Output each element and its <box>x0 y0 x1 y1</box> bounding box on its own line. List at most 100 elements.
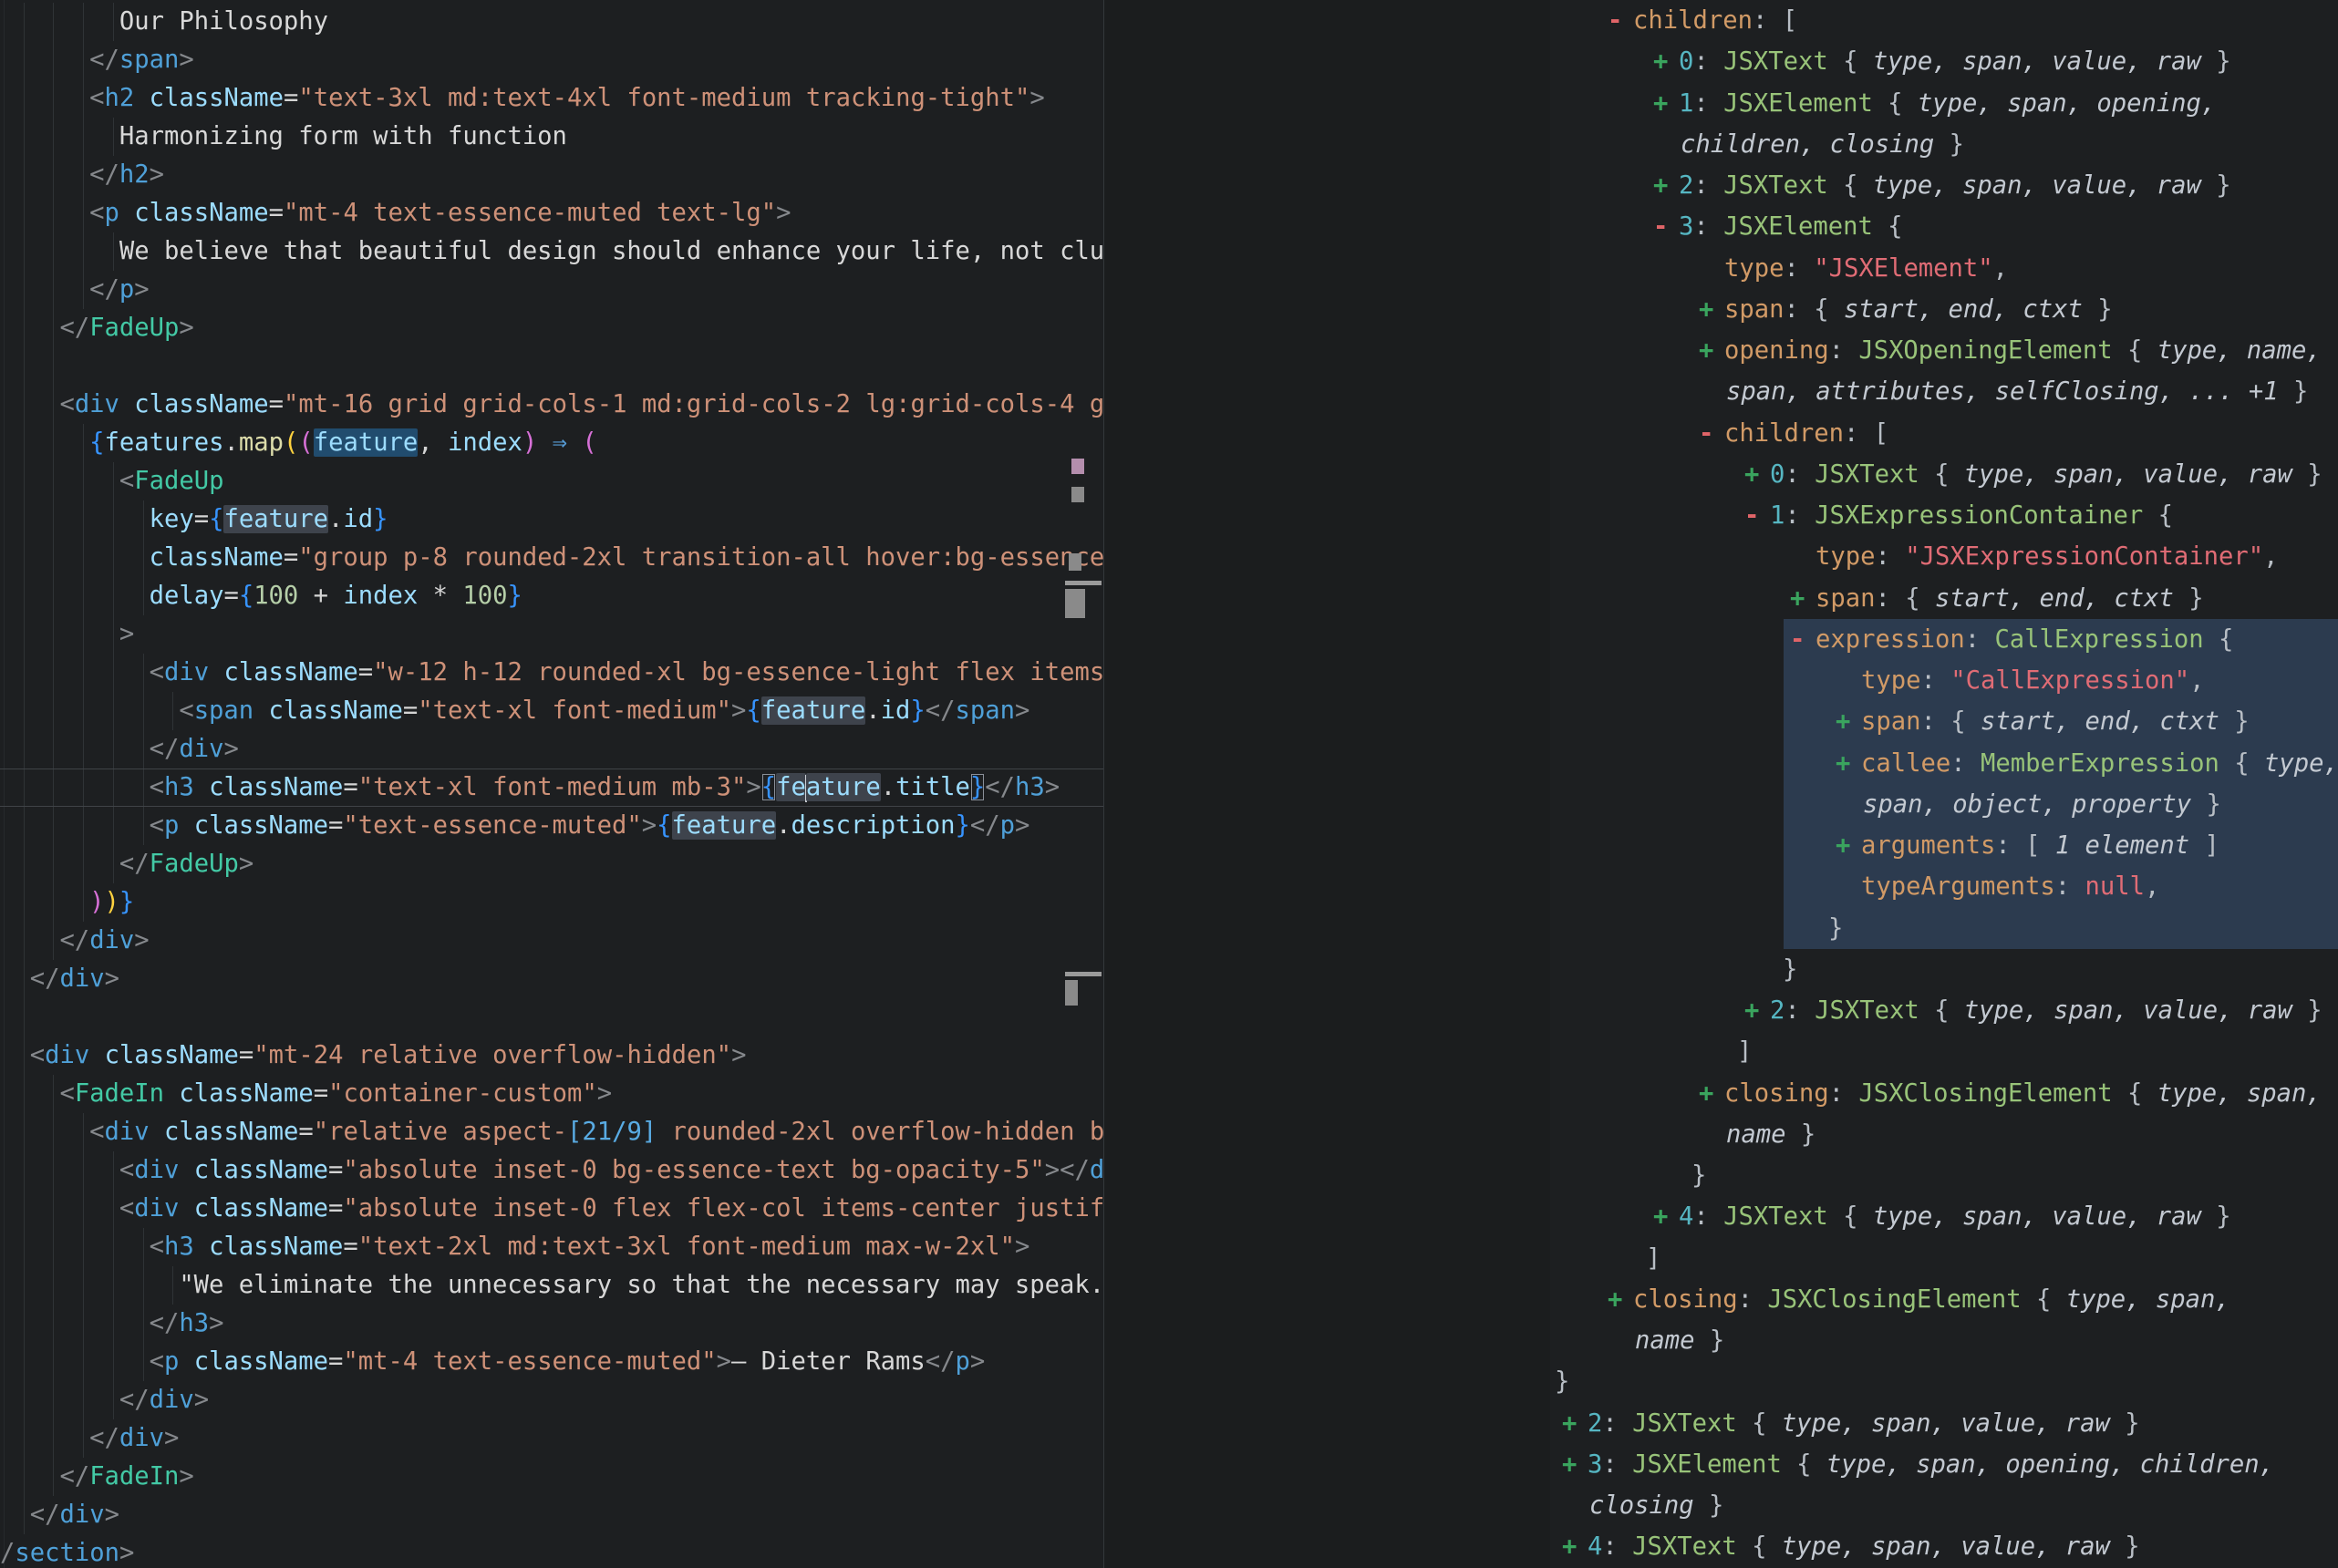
code-line[interactable]: key={feature.id} <box>0 500 1103 539</box>
expand-toggle-icon[interactable]: + <box>1744 990 1770 1031</box>
ast-node-row[interactable]: } <box>1550 1361 2338 1402</box>
code-line[interactable]: <h3 className="text-2xl md:text-3xl font… <box>0 1228 1103 1266</box>
code-line[interactable]: </h2> <box>0 156 1103 194</box>
expand-toggle-icon[interactable]: + <box>1653 1196 1679 1237</box>
ast-node-row[interactable]: +2: JSXText { type, span, value, raw } <box>1550 1403 2338 1444</box>
expand-toggle-icon[interactable]: + <box>1836 701 1861 742</box>
expand-toggle-icon[interactable]: + <box>1699 289 1724 330</box>
code-line[interactable]: </h3> <box>0 1305 1103 1343</box>
ast-node-row[interactable]: type: "JSXExpressionContainer", <box>1550 536 2338 577</box>
ast-node-row[interactable]: type: "JSXElement", <box>1550 248 2338 289</box>
code-line[interactable]: </FadeUp> <box>0 309 1103 347</box>
expand-toggle-icon[interactable]: + <box>1653 165 1679 206</box>
code-line[interactable]: "We eliminate the unnecessary so that th… <box>0 1266 1103 1305</box>
code-line[interactable]: </p> <box>0 271 1103 309</box>
code-line[interactable]: <div className="relative aspect-[21/9] r… <box>0 1113 1103 1151</box>
ast-node-row[interactable]: span, attributes, selfClosing, ... +1 } <box>1550 371 2338 412</box>
ast-node-row[interactable]: span, object, property } <box>1550 784 2338 825</box>
code-editor-pane[interactable]: Our Philosophy</span><h2 className="text… <box>0 0 1103 1568</box>
expand-toggle-icon[interactable]: + <box>1836 825 1861 866</box>
ast-node-row[interactable]: ] <box>1550 1031 2338 1072</box>
code-line[interactable]: </div> <box>0 1419 1103 1458</box>
ast-node-row[interactable]: +4: JSXText { type, span, value, raw } <box>1550 1196 2338 1237</box>
code-line[interactable]: /section> <box>0 1534 1103 1568</box>
expand-toggle-icon[interactable]: + <box>1562 1526 1588 1567</box>
ast-node-row[interactable]: ] <box>1550 1238 2338 1279</box>
code-line[interactable]: <div className="w-12 h-12 rounded-xl bg-… <box>0 654 1103 692</box>
expand-toggle-icon[interactable]: + <box>1653 41 1679 82</box>
code-line[interactable]: <div className="mt-16 grid grid-cols-1 m… <box>0 386 1103 424</box>
collapse-toggle-icon[interactable]: - <box>1653 206 1679 247</box>
code-line[interactable]: {features.map((feature, index) ⇒ ( <box>0 424 1103 462</box>
code-line[interactable]: ))} <box>0 883 1103 922</box>
code-line[interactable]: </div> <box>0 922 1103 960</box>
expand-toggle-icon[interactable]: + <box>1562 1403 1588 1444</box>
ast-node-row[interactable]: +3: JSXElement { type, span, opening, ch… <box>1550 1444 2338 1485</box>
ast-node-row[interactable]: +span: { start, end, ctxt } <box>1550 289 2338 330</box>
expand-toggle-icon[interactable]: + <box>1790 578 1816 619</box>
ast-node-row[interactable]: +callee: MemberExpression { type, <box>1550 743 2338 784</box>
expand-toggle-icon[interactable]: + <box>1562 1444 1588 1485</box>
ast-node-row[interactable]: typeArguments: null, <box>1550 866 2338 907</box>
collapse-toggle-icon[interactable]: - <box>1699 413 1724 454</box>
code-line[interactable]: </div> <box>0 960 1103 998</box>
code-line[interactable]: <p className="mt-4 text-essence-muted">—… <box>0 1343 1103 1381</box>
code-line[interactable]: <p className="mt-4 text-essence-muted te… <box>0 194 1103 232</box>
collapse-toggle-icon[interactable]: - <box>1608 0 1633 41</box>
collapse-toggle-icon[interactable]: - <box>1744 495 1770 536</box>
ast-node-row[interactable]: +opening: JSXOpeningElement { type, name… <box>1550 330 2338 371</box>
code-line[interactable]: <div className="absolute inset-0 flex fl… <box>0 1190 1103 1228</box>
code-line[interactable]: </span> <box>0 41 1103 79</box>
ast-node-row[interactable]: +span: { start, end, ctxt } <box>1550 701 2338 742</box>
ast-node-row[interactable]: +span: { start, end, ctxt } <box>1550 578 2338 619</box>
code-line[interactable]: delay={100 + index * 100} <box>0 577 1103 615</box>
code-line[interactable]: </div> <box>0 730 1103 769</box>
code-line[interactable]: Harmonizing form with function <box>0 118 1103 156</box>
code-line[interactable]: > <box>0 615 1103 654</box>
ast-node-row[interactable]: -children: [ <box>1550 413 2338 454</box>
code-line[interactable]: <p className="text-essence-muted">{featu… <box>0 807 1103 845</box>
code-line[interactable] <box>0 998 1103 1037</box>
ast-node-row[interactable]: -3: JSXElement { <box>1550 206 2338 247</box>
ast-node-row[interactable]: type: "CallExpression", <box>1550 660 2338 701</box>
expand-toggle-icon[interactable]: + <box>1836 743 1861 784</box>
ast-node-row[interactable]: } <box>1550 949 2338 990</box>
expand-toggle-icon[interactable]: + <box>1608 1279 1633 1320</box>
code-line[interactable]: <FadeIn className="container-custom"> <box>0 1075 1103 1113</box>
ast-node-row[interactable]: -children: [ <box>1550 0 2338 41</box>
ast-node-row[interactable]: +closing: JSXClosingElement { type, span… <box>1550 1073 2338 1114</box>
ast-node-row[interactable]: closing } <box>1550 1485 2338 1526</box>
ast-explorer-pane[interactable]: -children: [+0: JSXText { type, span, va… <box>1550 0 2338 1568</box>
code-line[interactable]: <span className="text-xl font-medium">{f… <box>0 692 1103 730</box>
ast-node-row[interactable]: name } <box>1550 1114 2338 1155</box>
minimap[interactable] <box>1063 0 1103 1568</box>
code-line[interactable]: Our Philosophy <box>0 3 1103 41</box>
expand-toggle-icon[interactable]: + <box>1699 330 1724 371</box>
code-line[interactable]: className="group p-8 rounded-2xl transit… <box>0 539 1103 577</box>
ast-node-row[interactable]: name } <box>1550 1320 2338 1361</box>
ast-node-row[interactable]: +2: JSXText { type, span, value, raw } <box>1550 990 2338 1031</box>
ast-node-row[interactable]: +2: JSXText { type, span, value, raw } <box>1550 165 2338 206</box>
code-line-cursor[interactable]: <h3 className="text-xl font-medium mb-3"… <box>0 769 1103 807</box>
code-line[interactable]: <div className="absolute inset-0 bg-esse… <box>0 1151 1103 1190</box>
code-line[interactable]: <FadeUp <box>0 462 1103 500</box>
ast-node-row[interactable]: children, closing } <box>1550 124 2338 165</box>
code-line[interactable]: </div> <box>0 1381 1103 1419</box>
ast-node-row[interactable]: +closing: JSXClosingElement { type, span… <box>1550 1279 2338 1320</box>
code-line[interactable]: We believe that beautiful design should … <box>0 232 1103 271</box>
code-line[interactable]: </FadeUp> <box>0 845 1103 883</box>
ast-node-row[interactable]: +arguments: [ 1 element ] <box>1550 825 2338 866</box>
ast-node-row[interactable]: } <box>1550 1155 2338 1196</box>
collapse-toggle-icon[interactable]: - <box>1790 619 1816 660</box>
ast-node-row[interactable]: +1: JSXElement { type, span, opening, <box>1550 83 2338 124</box>
ast-node-row[interactable]: +0: JSXText { type, span, value, raw } <box>1550 41 2338 82</box>
expand-toggle-icon[interactable]: + <box>1653 83 1679 124</box>
code-line[interactable]: <div className="mt-24 relative overflow-… <box>0 1037 1103 1075</box>
ast-node-row[interactable]: +0: JSXText { type, span, value, raw } <box>1550 454 2338 495</box>
expand-toggle-icon[interactable]: + <box>1699 1073 1724 1114</box>
code-line[interactable]: <h2 className="text-3xl md:text-4xl font… <box>0 79 1103 118</box>
pane-divider-sash[interactable] <box>1103 0 1104 1568</box>
ast-node-row[interactable]: -1: JSXExpressionContainer { <box>1550 495 2338 536</box>
expand-toggle-icon[interactable]: + <box>1744 454 1770 495</box>
ast-node-row[interactable]: } <box>1550 908 2338 949</box>
